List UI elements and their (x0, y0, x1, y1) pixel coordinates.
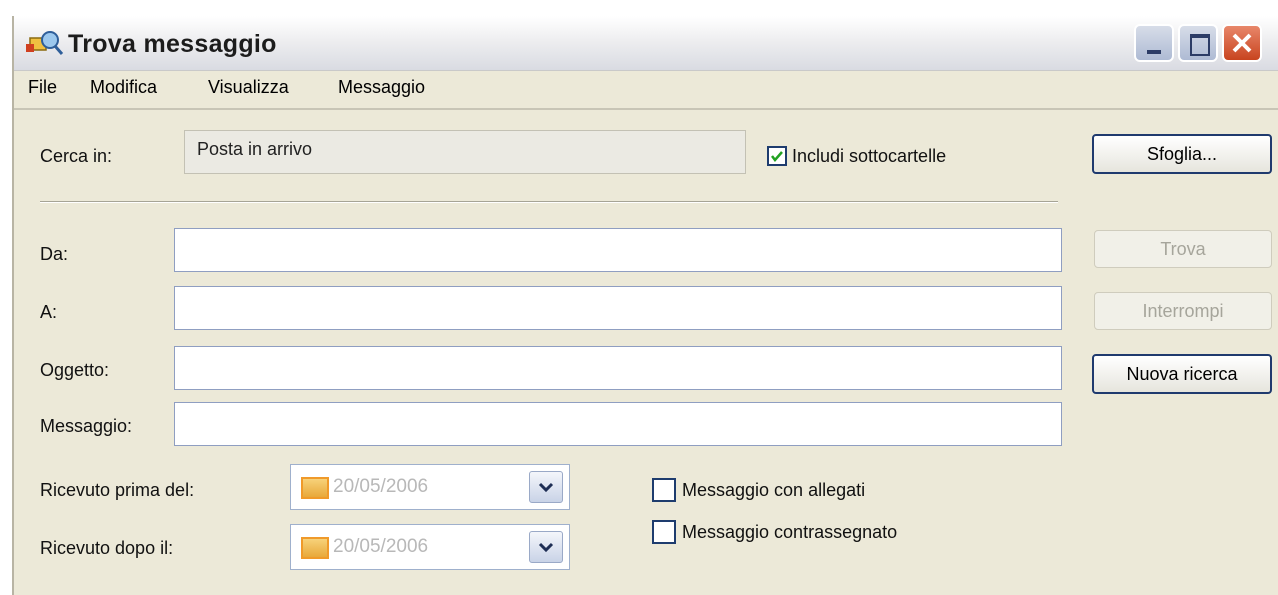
close-icon (1232, 33, 1252, 53)
received-before-dropdown-button[interactable] (529, 471, 563, 503)
to-label: A: (40, 302, 58, 322)
minimize-icon (1147, 50, 1161, 54)
stop-button[interactable]: Interrompi (1094, 292, 1272, 330)
menu-modifica[interactable]: Modifica (90, 77, 157, 98)
maximize-icon (1190, 34, 1210, 56)
received-after-date-value: 20/05/2006 (333, 536, 429, 557)
chevron-down-icon (538, 482, 554, 493)
with-attachments-checkbox[interactable] (652, 478, 676, 502)
with-attachments-label: Messaggio con allegati (682, 480, 866, 500)
received-before-label: Ricevuto prima del: (40, 480, 195, 500)
window-title: Trova messaggio (68, 30, 277, 58)
find-button[interactable]: Trova (1094, 230, 1272, 268)
find-message-app-icon (26, 31, 64, 55)
search-in-label: Cerca in: (40, 146, 113, 166)
flagged-label: Messaggio contrassegnato (682, 522, 898, 542)
from-label: Da: (40, 244, 69, 264)
received-after-dropdown-button[interactable] (529, 531, 563, 563)
find-message-window: Trova messaggio File Modifica Visualizza… (12, 16, 1278, 595)
search-in-folder-field: Posta in arrivo (184, 130, 746, 174)
minimize-button[interactable] (1134, 24, 1174, 62)
to-field[interactable] (174, 286, 1062, 330)
flagged-checkbox[interactable] (652, 520, 676, 544)
received-after-label: Ricevuto dopo il: (40, 538, 174, 558)
message-label: Messaggio: (40, 416, 133, 436)
checkmark-icon (771, 151, 783, 162)
from-field[interactable] (174, 228, 1062, 272)
received-before-date-picker[interactable]: 20/05/2006 (290, 464, 570, 510)
browse-button[interactable]: Sfoglia... (1092, 134, 1272, 174)
received-before-date-value: 20/05/2006 (333, 476, 429, 497)
maximize-button[interactable] (1178, 24, 1218, 62)
received-after-date-picker[interactable]: 20/05/2006 (290, 524, 570, 570)
title-bar[interactable]: Trova messaggio (14, 16, 1278, 71)
menu-file[interactable]: File (28, 77, 57, 98)
calendar-icon (301, 537, 329, 559)
include-subfolders-checkbox[interactable] (767, 146, 787, 166)
separator-line (40, 201, 1058, 203)
close-button[interactable] (1222, 24, 1262, 62)
menu-messaggio[interactable]: Messaggio (338, 77, 425, 98)
message-field[interactable] (174, 402, 1062, 446)
calendar-icon (301, 477, 329, 499)
include-subfolders-label: Includi sottocartelle (792, 146, 947, 166)
chevron-down-icon (538, 542, 554, 553)
new-search-button[interactable]: Nuova ricerca (1092, 354, 1272, 394)
menu-visualizza[interactable]: Visualizza (208, 77, 289, 98)
subject-label: Oggetto: (40, 360, 110, 380)
menu-bar: File Modifica Visualizza Messaggio (14, 70, 1278, 110)
subject-field[interactable] (174, 346, 1062, 390)
